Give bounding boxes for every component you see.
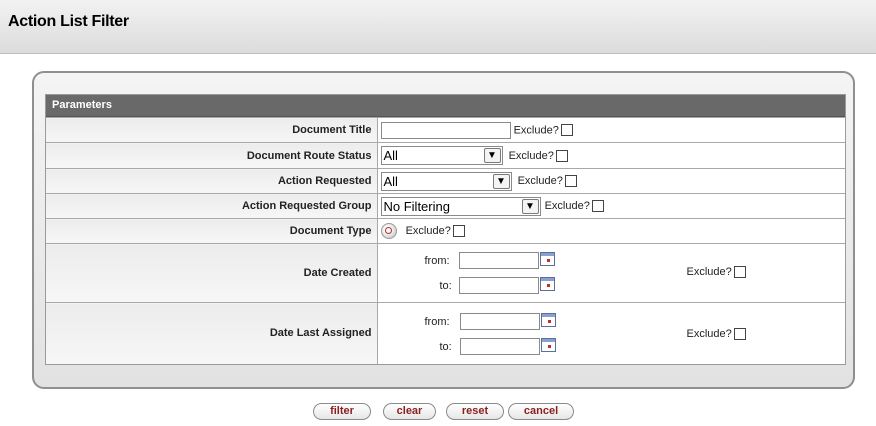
cancel-button[interactable]: cancel [508,403,574,420]
exclude-label: Exclude? [513,124,559,136]
search-icon[interactable] [380,223,397,239]
action-group-select[interactable]: No Filtering ▼ [380,196,541,216]
date-assigned-to-label: to: [439,341,452,353]
date-created-label: Date Created [46,243,378,303]
action-requested-select[interactable]: All ▼ [380,171,512,191]
exclude-label: Exclude? [544,200,590,212]
route-status-select[interactable]: All ▼ [380,146,503,165]
exclude-label: Exclude? [508,149,554,162]
action-group-value: No Filtering [383,198,450,214]
date-created-from-input[interactable] [458,252,539,269]
document-title-input[interactable] [380,121,511,139]
calendar-icon[interactable] [539,277,555,291]
action-group-exclude-checkbox[interactable] [591,200,604,212]
page-header: Action List Filter [0,0,876,54]
exclude-label: Exclude? [686,328,732,341]
calendar-icon[interactable] [540,313,556,327]
route-status-label: Document Route Status [46,142,378,169]
chevron-down-icon: ▼ [483,148,501,163]
page-title: Action List Filter [8,13,129,30]
document-title-label: Document Title [46,117,378,143]
action-requested-label: Action Requested [46,168,378,194]
action-requested-value: All [383,173,398,189]
calendar-icon[interactable] [539,252,555,266]
date-created-exclude-checkbox[interactable] [733,266,746,279]
date-created-from-label: from: [424,255,450,267]
document-type-label: Document Type [46,218,378,244]
exclude-label: Exclude? [405,225,451,237]
parameters-heading: Parameters [46,95,845,117]
document-type-exclude-checkbox[interactable] [452,225,465,237]
reset-button[interactable]: reset [446,403,504,420]
chevron-down-icon: ▼ [492,173,510,189]
date-assigned-from-input[interactable] [459,313,540,330]
parameters-table: Document Title Exclude? Document Route S… [46,117,845,364]
exclude-label: Exclude? [517,175,563,187]
date-created-to-label: to: [439,280,452,292]
date-assigned-to-input[interactable] [459,338,540,355]
date-assigned-label: Date Last Assigned [46,302,378,364]
date-created-to-input[interactable] [458,277,539,294]
clear-button[interactable]: clear [383,403,436,420]
document-title-exclude-checkbox[interactable] [560,124,573,136]
date-assigned-exclude-checkbox[interactable] [733,328,746,341]
route-status-value: All [383,148,398,163]
parameters-section: Parameters Document Title Exclude? Docum… [45,94,846,365]
filter-panel: Parameters Document Title Exclude? Docum… [32,71,855,389]
action-requested-exclude-checkbox[interactable] [564,175,577,187]
filter-button[interactable]: filter [313,403,371,420]
calendar-icon[interactable] [540,338,556,352]
exclude-label: Exclude? [686,266,732,279]
route-status-exclude-checkbox[interactable] [555,149,568,162]
action-group-label: Action Requested Group [46,193,378,219]
date-assigned-from-label: from: [424,316,450,328]
chevron-down-icon: ▼ [521,198,539,214]
